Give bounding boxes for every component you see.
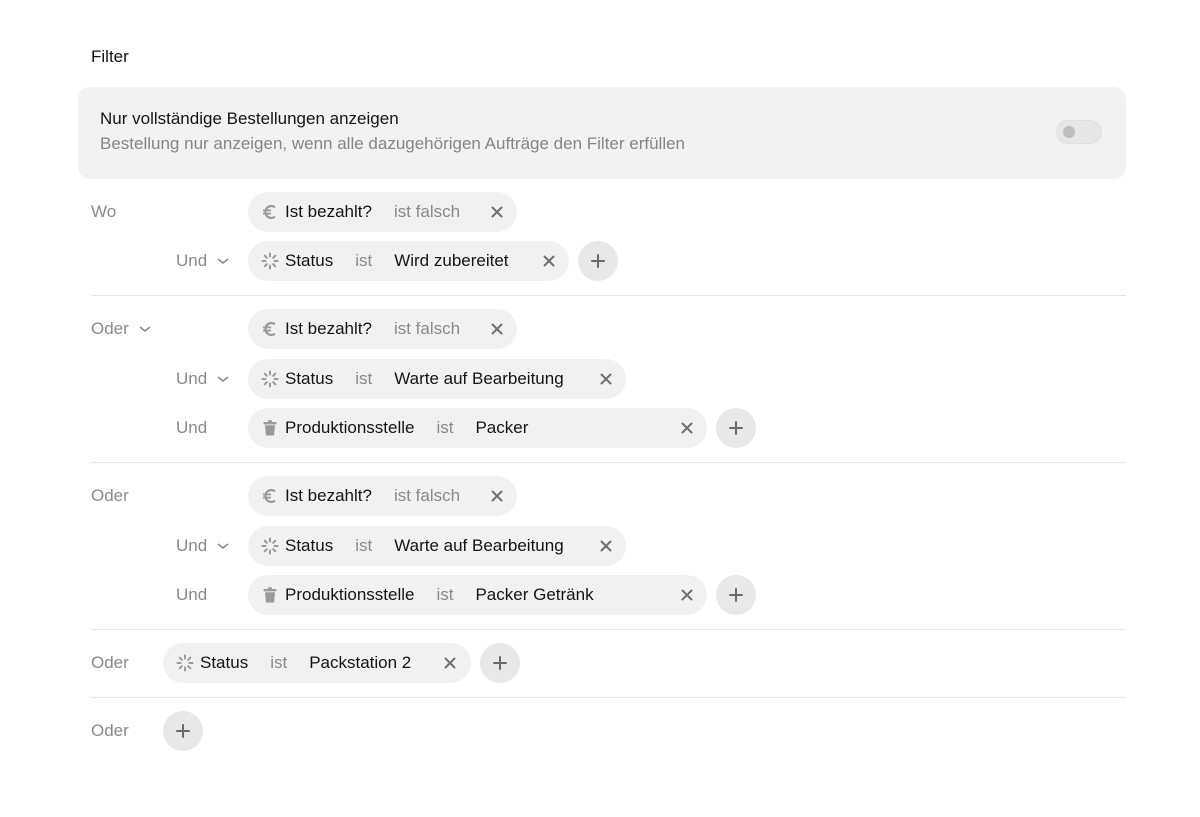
plus-icon	[591, 254, 605, 268]
plus-icon	[176, 724, 190, 738]
condition-value[interactable]: Wird zubereitet	[394, 251, 508, 271]
remove-condition-icon[interactable]	[598, 371, 614, 387]
group-divider	[91, 295, 1126, 296]
or-selector[interactable]: Oder	[91, 309, 153, 349]
condition-field[interactable]: Produktionsstelle	[285, 585, 414, 605]
condition-field[interactable]: Produktionsstelle	[285, 418, 414, 438]
trash-icon	[261, 419, 279, 437]
complete-orders-toggle[interactable]	[1056, 120, 1102, 144]
toggle-knob	[1063, 126, 1075, 138]
condition-value[interactable]: Packer	[475, 418, 528, 438]
add-condition-button[interactable]	[163, 711, 203, 751]
condition-operator[interactable]: ist falsch	[394, 202, 460, 222]
complete-orders-setting: Nur vollständige Bestellungen anzeigen B…	[78, 87, 1126, 179]
condition-operator[interactable]: ist	[355, 369, 372, 389]
remove-condition-icon[interactable]	[489, 204, 505, 220]
condition-value[interactable]: Packer Getränk	[475, 585, 593, 605]
condition-operator[interactable]: ist falsch	[394, 319, 460, 339]
add-condition-button[interactable]	[578, 241, 618, 281]
remove-condition-icon[interactable]	[489, 488, 505, 504]
filter-condition: Status ist Wird zubereitet	[248, 241, 569, 281]
and-selector[interactable]: Und	[176, 526, 231, 566]
filter-condition: Status ist Warte auf Bearbeitung	[248, 526, 626, 566]
or-label: Oder	[91, 721, 129, 740]
or-label: Oder	[91, 653, 129, 672]
page-title: Filter	[91, 47, 129, 66]
loading-spinner-icon	[176, 654, 194, 672]
group-divider	[91, 629, 1126, 630]
condition-value[interactable]: Warte auf Bearbeitung	[394, 536, 563, 556]
toggle-description: Bestellung nur anzeigen, wenn alle dazug…	[100, 134, 686, 153]
plus-icon	[729, 421, 743, 435]
loading-spinner-icon	[261, 537, 279, 555]
condition-value[interactable]: Warte auf Bearbeitung	[394, 369, 563, 389]
condition-field[interactable]: Status	[200, 653, 248, 673]
chevron-down-icon	[137, 321, 153, 337]
condition-field[interactable]: Status	[285, 251, 333, 271]
conjunction-label: Und	[176, 536, 208, 555]
euro-icon	[261, 320, 279, 338]
remove-condition-icon[interactable]	[679, 587, 695, 603]
condition-operator[interactable]: ist	[270, 653, 287, 673]
filter-condition: Produktionsstelle ist Packer Getränk	[248, 575, 707, 615]
plus-icon	[493, 656, 507, 670]
condition-value[interactable]: Packstation 2	[309, 653, 411, 673]
group-divider	[91, 697, 1126, 698]
condition-operator[interactable]: ist	[436, 418, 453, 438]
condition-field[interactable]: Status	[285, 369, 333, 389]
where-label: Wo	[91, 202, 117, 221]
and-label: Und	[176, 585, 208, 604]
trash-icon	[261, 586, 279, 604]
remove-condition-icon[interactable]	[442, 655, 458, 671]
remove-condition-icon[interactable]	[598, 538, 614, 554]
remove-condition-icon[interactable]	[541, 253, 557, 269]
filter-condition: Status ist Packstation 2	[163, 643, 471, 683]
euro-icon	[261, 203, 279, 221]
and-label: Und	[176, 418, 208, 437]
condition-operator[interactable]: ist falsch	[394, 486, 460, 506]
chevron-down-icon	[215, 371, 231, 387]
filter-condition: Ist bezahlt? ist falsch	[248, 476, 517, 516]
conjunction-label: Oder	[91, 319, 129, 338]
and-selector[interactable]: Und	[176, 241, 231, 281]
chevron-down-icon	[215, 538, 231, 554]
condition-operator[interactable]: ist	[355, 251, 372, 271]
condition-field[interactable]: Status	[285, 536, 333, 556]
condition-field[interactable]: Ist bezahlt?	[285, 486, 372, 506]
conjunction-label: Und	[176, 251, 208, 270]
or-label: Oder	[91, 486, 129, 505]
euro-icon	[261, 487, 279, 505]
and-selector[interactable]: Und	[176, 359, 231, 399]
condition-operator[interactable]: ist	[436, 585, 453, 605]
condition-field[interactable]: Ist bezahlt?	[285, 202, 372, 222]
conjunction-label: Und	[176, 369, 208, 388]
condition-field[interactable]: Ist bezahlt?	[285, 319, 372, 339]
group-divider	[91, 462, 1126, 463]
plus-icon	[729, 588, 743, 602]
condition-operator[interactable]: ist	[355, 536, 372, 556]
filter-condition: Ist bezahlt? ist falsch	[248, 309, 517, 349]
loading-spinner-icon	[261, 252, 279, 270]
loading-spinner-icon	[261, 370, 279, 388]
add-condition-button[interactable]	[716, 575, 756, 615]
add-condition-button[interactable]	[480, 643, 520, 683]
filter-condition: Status ist Warte auf Bearbeitung	[248, 359, 626, 399]
remove-condition-icon[interactable]	[679, 420, 695, 436]
remove-condition-icon[interactable]	[489, 321, 505, 337]
chevron-down-icon	[215, 253, 231, 269]
filter-condition: Ist bezahlt? ist falsch	[248, 192, 517, 232]
toggle-title: Nur vollständige Bestellungen anzeigen	[100, 109, 399, 128]
add-condition-button[interactable]	[716, 408, 756, 448]
filter-condition: Produktionsstelle ist Packer	[248, 408, 707, 448]
